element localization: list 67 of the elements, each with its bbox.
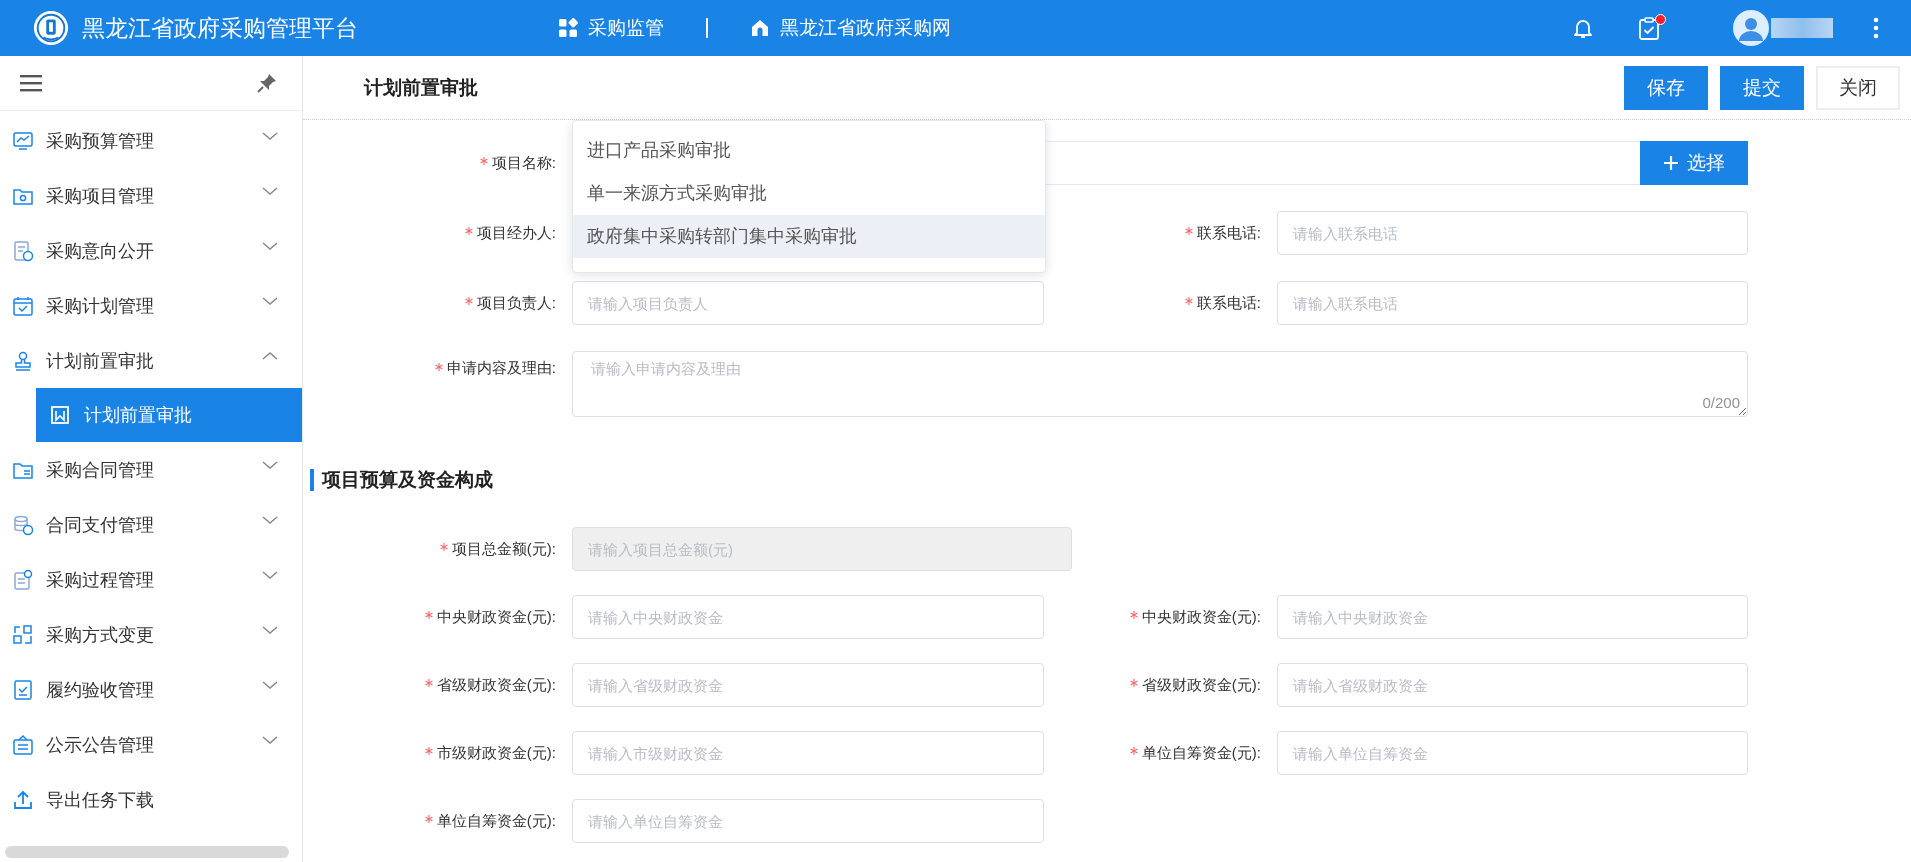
nav-link[interactable]: 采购监管 <box>558 15 664 41</box>
input-field[interactable]: 请输入单位自筹资金 <box>572 799 1044 843</box>
sidebar-item[interactable]: 计划前置审批 <box>0 333 302 388</box>
blurred-name-block <box>1771 18 1833 38</box>
input-field[interactable]: 请输入项目负责人 <box>572 281 1044 325</box>
chart-icon <box>12 129 34 152</box>
section-marker <box>310 469 314 491</box>
emblem-logo-icon <box>32 9 70 47</box>
switch-squares-icon <box>12 623 34 646</box>
field-label: 项目名称: <box>303 153 556 173</box>
field-label: 省级财政资金(元): <box>303 675 556 695</box>
character-counter: 0/200 <box>1702 394 1740 411</box>
input-field[interactable]: 请输入市级财政资金 <box>572 731 1044 775</box>
field-label: 项目经办人: <box>303 223 556 243</box>
field-label: 单位自筹资金(元): <box>1060 743 1261 763</box>
checkbox-doc-icon <box>12 678 34 701</box>
input-field[interactable]: 请输入中央财政资金 <box>572 595 1044 639</box>
field-label: 申请内容及理由: <box>303 351 556 378</box>
pin-icon[interactable] <box>256 72 278 94</box>
sidebar-item[interactable]: 采购计划管理 <box>0 278 302 333</box>
section-title: 项目预算及资金构成 <box>322 468 493 492</box>
stamp-icon <box>12 349 34 372</box>
bookmark-box-icon <box>50 405 70 425</box>
input-field[interactable]: 请输入省级财政资金 <box>572 663 1044 707</box>
notice-board-icon <box>12 733 34 756</box>
page-title: 计划前置审批 <box>364 75 478 100</box>
field-label: 市级财政资金(元): <box>303 743 556 763</box>
field-label: 中央财政资金(元): <box>1060 607 1261 627</box>
more-vertical-icon[interactable] <box>1873 17 1879 39</box>
upload-icon <box>12 788 34 811</box>
scrollbar[interactable] <box>5 846 289 858</box>
calendar-check-icon <box>12 294 34 317</box>
sidebar-item[interactable]: 合同支付管理 <box>0 497 302 552</box>
app-title: 黑龙江省政府采购管理平台 <box>82 13 358 43</box>
field-label: 单位自筹资金(元): <box>303 811 556 831</box>
grid-icon <box>558 18 578 38</box>
field-label: 联系电话: <box>1060 223 1261 243</box>
avatar-icon[interactable] <box>1733 10 1769 46</box>
sidebar-item[interactable]: 导出任务下载 <box>0 772 302 827</box>
input-field[interactable]: 请输入联系电话 <box>1277 211 1748 255</box>
field-label: 联系电话: <box>1060 293 1261 313</box>
dropdown-option[interactable]: 政府集中采购转部门集中采购审批 <box>573 215 1045 258</box>
sidebar-subitem[interactable]: 计划前置审批 <box>36 388 302 442</box>
field-label: 项目总金额(元): <box>303 539 556 559</box>
plus-icon <box>1663 155 1679 171</box>
action-button[interactable]: 提交 <box>1720 65 1804 110</box>
input-field[interactable]: 请输入单位自筹资金 <box>1277 731 1748 775</box>
input-field[interactable]: 请输入省级财政资金 <box>1277 663 1748 707</box>
action-button[interactable]: 关闭 <box>1816 65 1900 110</box>
menu-icon[interactable] <box>20 74 42 92</box>
home-icon <box>750 18 770 38</box>
sidebar-item[interactable]: 采购过程管理 <box>0 552 302 607</box>
sidebar-item[interactable]: 采购合同管理 <box>0 442 302 497</box>
input-field[interactable]: 请输入联系电话 <box>1277 281 1748 325</box>
sidebar-item[interactable]: 采购方式变更 <box>0 607 302 662</box>
field-label: 项目负责人: <box>303 293 556 313</box>
sidebar-item[interactable]: 采购预算管理 <box>0 113 302 168</box>
input-field[interactable]: 请输入中央财政资金 <box>1277 595 1748 639</box>
action-button[interactable]: 保存 <box>1624 65 1708 110</box>
select-button[interactable]: 选择 <box>1640 141 1748 185</box>
sidebar-item[interactable]: 采购项目管理 <box>0 168 302 223</box>
sidebar-item[interactable]: 采购意向公开 <box>0 223 302 278</box>
field-label: 省级财政资金(元): <box>1060 675 1261 695</box>
sidebar-item[interactable]: 公示公告管理 <box>0 717 302 772</box>
nav-link[interactable]: 黑龙江省政府采购网 <box>750 15 951 41</box>
field-label: 中央财政资金(元): <box>303 607 556 627</box>
sidebar-item[interactable]: 履约验收管理 <box>0 662 302 717</box>
